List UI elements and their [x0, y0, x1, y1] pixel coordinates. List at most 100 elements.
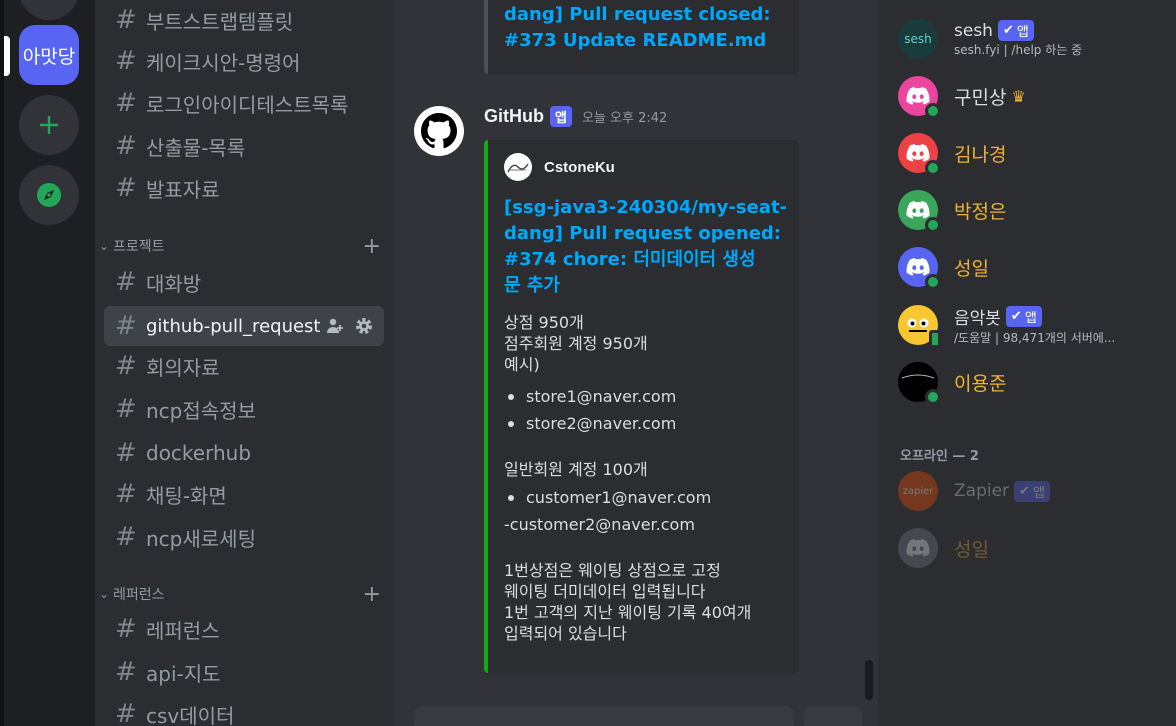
- discord-logo-icon: [906, 539, 930, 557]
- channel-list: # 부트스트랩템플릿 # 케이크시안-명령어 # 로그인아이디테스트목록 # 산출물-목…: [95, 0, 394, 726]
- github-icon: [421, 113, 457, 149]
- hash-icon: #: [115, 394, 137, 424]
- hash-icon: #: [115, 657, 137, 687]
- channel-item[interactable]: # ncp새로세팅: [104, 517, 384, 557]
- add-channel-icon[interactable]: +: [363, 234, 381, 259]
- add-server-button[interactable]: [19, 95, 79, 155]
- category-reference[interactable]: ⌄ 레퍼런스 +: [99, 582, 381, 607]
- avatar-image-icon: [507, 163, 529, 173]
- avatar: [898, 247, 941, 290]
- channel-item[interactable]: # 채팅-화면: [104, 474, 384, 514]
- mobile-status-icon: [929, 330, 941, 348]
- hash-icon: #: [115, 479, 137, 509]
- avatar: [898, 76, 941, 119]
- plus-icon: [40, 116, 58, 134]
- embed-description: 상점 950개 점주회원 계정 950개 예시) store1@naver.co…: [504, 312, 794, 644]
- channel-item[interactable]: # 부트스트랩템플릿: [104, 0, 384, 40]
- avatar: [898, 362, 941, 405]
- server-icon-top[interactable]: [19, 0, 79, 20]
- message-author[interactable]: GitHub: [484, 106, 544, 127]
- discord-logo-icon: [906, 87, 930, 105]
- embed-accent-bar: [484, 140, 488, 673]
- compass-icon: [37, 183, 61, 207]
- chat-scrollbar[interactable]: [865, 660, 873, 700]
- gear-icon[interactable]: [354, 316, 374, 336]
- channel-item[interactable]: # 레퍼런스: [104, 609, 384, 649]
- channel-item[interactable]: # 산출물-목록: [104, 126, 384, 166]
- hash-icon: #: [115, 88, 137, 118]
- channel-item-active[interactable]: # github-pull_request: [104, 306, 384, 346]
- online-status-icon: [925, 217, 941, 233]
- avatar: [898, 133, 941, 176]
- discord-logo-icon: [906, 201, 930, 219]
- invite-member-icon[interactable]: [326, 317, 344, 335]
- embed-author-avatar: [504, 153, 532, 181]
- avatar: zapier: [898, 471, 938, 511]
- avatar: sesh: [898, 19, 938, 59]
- hash-icon: #: [115, 131, 137, 161]
- app-badge: 앱: [550, 106, 572, 127]
- message-input[interactable]: [414, 706, 794, 726]
- discord-logo-icon: [906, 144, 930, 162]
- hash-icon: #: [115, 267, 137, 297]
- online-status-icon: [925, 389, 941, 405]
- list-item: store2@naver.com: [508, 410, 794, 437]
- channel-item[interactable]: # ncp접속정보: [104, 389, 384, 429]
- hash-icon: #: [115, 438, 137, 468]
- offline-section-title: 오프라인 — 2: [900, 449, 979, 464]
- rail-edge: [0, 0, 4, 726]
- add-channel-icon[interactable]: +: [363, 582, 381, 607]
- chat-area: dang] Pull request closed: #373 Update R…: [394, 0, 878, 726]
- channel-item[interactable]: # 회의자료: [104, 346, 384, 386]
- channel-item[interactable]: # 대화방: [104, 262, 384, 302]
- embed-accent-bar: [484, 0, 488, 74]
- member-item[interactable]: 성일: [898, 244, 1168, 290]
- channel-item[interactable]: # 로그인아이디테스트목록: [104, 83, 384, 123]
- channel-item[interactable]: # api-지도: [104, 652, 384, 692]
- embed-author[interactable]: CstoneKu: [504, 153, 615, 181]
- verified-app-badge: ✔ 앱: [1005, 306, 1042, 327]
- embed-title-line[interactable]: #373 Update README.md: [504, 28, 771, 54]
- member-item[interactable]: 구민상 ♛: [898, 73, 1168, 119]
- member-item[interactable]: 이용준: [898, 359, 1168, 405]
- member-item[interactable]: 김나경: [898, 130, 1168, 176]
- server-amatdang[interactable]: 아맛당: [19, 25, 79, 85]
- list-item: store1@naver.com: [508, 383, 794, 410]
- member-item[interactable]: 박정은: [898, 187, 1168, 233]
- embed-title[interactable]: [ssg-java3-240304/my-seat- dang] Pull re…: [504, 195, 787, 299]
- github-avatar[interactable]: [414, 106, 464, 156]
- member-item-offline[interactable]: zapier Zapier ✔ 앱: [898, 468, 1168, 514]
- verified-app-badge: ✔ 앱: [1014, 480, 1050, 502]
- apps-button[interactable]: [804, 706, 862, 726]
- hash-icon: #: [115, 311, 137, 341]
- hash-icon: #: [115, 614, 137, 644]
- channel-item[interactable]: # csv데이터: [104, 694, 384, 726]
- list-item: customer1@naver.com: [508, 484, 794, 511]
- channel-item[interactable]: # 발표자료: [104, 168, 384, 208]
- embed-title-line[interactable]: dang] Pull request closed:: [504, 2, 771, 28]
- server-rail: 아맛당: [0, 0, 95, 726]
- crown-icon: ♛: [1011, 86, 1026, 106]
- server-label: 아맛당: [22, 45, 76, 68]
- explore-servers-button[interactable]: [19, 165, 79, 225]
- online-status-icon: [925, 274, 941, 290]
- hash-icon: #: [115, 351, 137, 381]
- chevron-down-icon: ⌄: [99, 239, 110, 253]
- hash-icon: #: [115, 46, 137, 76]
- member-item[interactable]: 음악봇 ✔ 앱 /도움말 | 98,471개의 서버에...: [898, 302, 1168, 348]
- message-header: GitHub 앱 오늘 오후 2:42: [484, 106, 667, 127]
- avatar: [898, 305, 941, 348]
- category-project[interactable]: ⌄ 프로젝트 +: [99, 234, 381, 259]
- online-status-icon: [925, 103, 941, 119]
- discord-logo-icon: [906, 258, 930, 276]
- member-item[interactable]: sesh sesh ✔ 앱 sesh.fyi | /help 하는 중: [898, 16, 1168, 62]
- pull-request-embed: CstoneKu [ssg-java3-240304/my-seat- dang…: [484, 140, 799, 673]
- avatar: [898, 190, 941, 233]
- verified-app-badge: ✔ 앱: [997, 20, 1034, 41]
- channel-item[interactable]: # dockerhub: [104, 433, 384, 473]
- member-item-offline[interactable]: 성일: [898, 525, 1168, 571]
- channel-item[interactable]: # 케이크시안-명령어: [104, 41, 384, 81]
- selected-server-pill: [4, 36, 10, 76]
- hash-icon: #: [115, 5, 137, 35]
- member-list: sesh sesh ✔ 앱 sesh.fyi | /help 하는 중 구민상 ♛ …: [878, 0, 1176, 726]
